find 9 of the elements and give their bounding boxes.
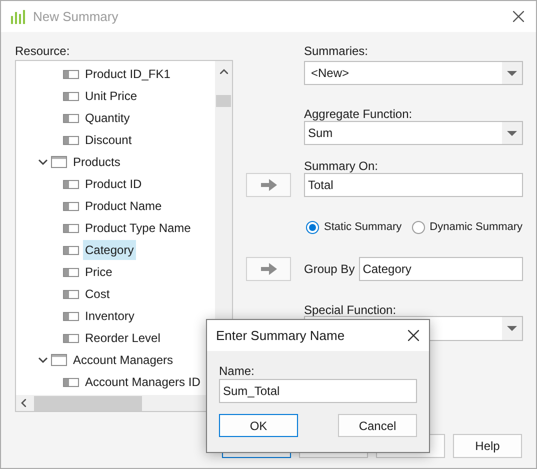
summaries-label: Summaries: [304,44,370,58]
summary-on-label: Summary On: [304,159,380,173]
dialog-title: Enter Summary Name [216,326,345,345]
name-label: Name: [219,364,256,378]
window-title: New Summary [33,8,118,26]
aggregate-function-label: Aggregate Function: [304,107,414,121]
special-function-label: Special Function: [304,304,398,316]
resource-label: Resource: [15,44,71,58]
group-by-label: Group By [304,261,355,278]
